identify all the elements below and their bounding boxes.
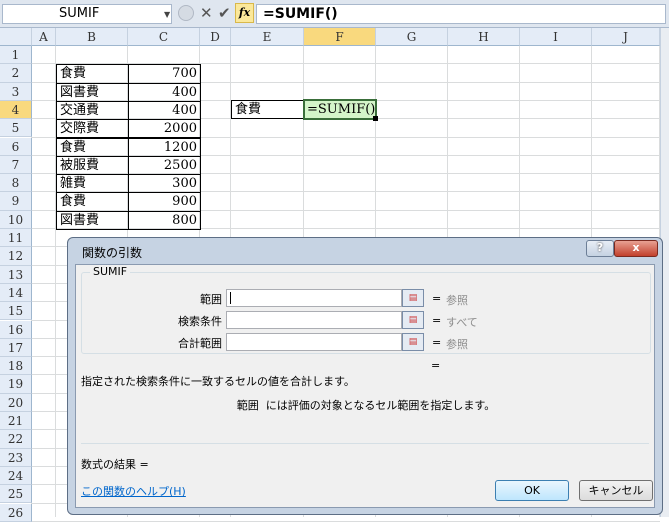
cell-amount[interactable]: 2000 xyxy=(128,119,201,139)
row-header-11[interactable]: 11 xyxy=(0,229,32,248)
formula-buttons: ✕ ✔ fx xyxy=(176,3,256,24)
column-header-g[interactable]: G xyxy=(376,28,448,46)
row-header-15[interactable]: 15 xyxy=(0,302,32,321)
separator xyxy=(81,443,649,444)
row-header-18[interactable]: 18 xyxy=(0,357,32,376)
name-box-dropdown-icon[interactable]: ▼ xyxy=(164,10,170,19)
row-header-9[interactable]: 9 xyxy=(0,192,32,211)
arg-label-criteria: 検索条件 xyxy=(178,315,222,328)
arg-label-range: 範囲 xyxy=(200,293,222,306)
help-link[interactable]: この関数のヘルプ(H) xyxy=(81,483,186,499)
arguments-group: SUMIF 範囲 ▤ = 参照 検索条件 ▤ = すべて 合計範囲 ▤ = 参照 xyxy=(81,265,651,354)
row-header-21[interactable]: 21 xyxy=(0,412,32,431)
collapse-dialog-icon[interactable]: ▤ xyxy=(402,333,424,351)
cell-item[interactable]: 食費 xyxy=(56,137,129,157)
row-header-19[interactable]: 19 xyxy=(0,375,32,394)
row-header-16[interactable]: 16 xyxy=(0,320,32,339)
arg-result-range: 参照 xyxy=(446,294,468,307)
column-header-e[interactable]: E xyxy=(231,28,304,46)
cell-amount[interactable]: 700 xyxy=(128,64,201,84)
cell-amount[interactable]: 1200 xyxy=(128,137,201,157)
row-header-26[interactable]: 26 xyxy=(0,503,32,522)
function-name: SUMIF xyxy=(90,265,131,278)
arg-input-criteria[interactable] xyxy=(226,311,402,329)
cell-e4[interactable]: 食費 xyxy=(231,100,304,119)
row-header-4[interactable]: 4 xyxy=(0,100,32,120)
row-header-1[interactable]: 1 xyxy=(0,46,32,65)
column-header-i[interactable]: I xyxy=(520,28,592,46)
column-header-b[interactable]: B xyxy=(56,28,128,46)
arg-input-range[interactable] xyxy=(226,289,402,307)
row-header-20[interactable]: 20 xyxy=(0,393,32,412)
column-header-a[interactable]: A xyxy=(32,28,56,46)
cell-amount[interactable]: 800 xyxy=(128,210,201,230)
collapse-dialog-icon[interactable]: ▤ xyxy=(402,311,424,329)
cell-item[interactable]: 雑費 xyxy=(56,174,129,194)
dialog-title: 関数の引数 xyxy=(82,246,143,260)
cell-item[interactable]: 交通費 xyxy=(56,100,129,121)
arg-input-sum-range[interactable] xyxy=(226,333,402,351)
row-header-8[interactable]: 8 xyxy=(0,174,32,193)
cell-item[interactable]: 食費 xyxy=(56,64,129,84)
row-header-10[interactable]: 10 xyxy=(0,210,32,229)
argument-description-text: には評価の対象となるセル範囲を指定します。 xyxy=(265,399,496,412)
equals-sign: = xyxy=(432,336,442,349)
cell-item[interactable]: 図書費 xyxy=(56,210,129,230)
collapse-dialog-icon[interactable]: ▤ xyxy=(402,289,424,307)
row-header-5[interactable]: 5 xyxy=(0,119,32,138)
enter-check-icon[interactable]: ✔ xyxy=(218,4,231,22)
name-box[interactable]: SUMIF xyxy=(2,4,172,24)
cell-item[interactable]: 図書費 xyxy=(56,82,129,102)
row-header-22[interactable]: 22 xyxy=(0,430,32,449)
cell-amount[interactable]: 400 xyxy=(128,82,201,102)
cancel-button[interactable]: キャンセル xyxy=(579,480,653,501)
function-arguments-dialog: 関数の引数 ? x SUMIF 範囲 ▤ = 参照 検索条件 ▤ = すべて 合… xyxy=(67,237,663,515)
select-all-corner[interactable] xyxy=(0,28,32,46)
equals-sign: = xyxy=(432,314,442,327)
column-header-c[interactable]: C xyxy=(128,28,200,46)
ok-button[interactable]: OK xyxy=(495,480,569,501)
cell-amount[interactable]: 300 xyxy=(128,174,201,194)
row-header-6[interactable]: 6 xyxy=(0,137,32,156)
cell-amount[interactable]: 400 xyxy=(128,100,201,121)
row-header-7[interactable]: 7 xyxy=(0,155,32,175)
formula-result: 数式の結果 = xyxy=(81,458,149,471)
cell-item[interactable]: 交際費 xyxy=(56,119,129,139)
fill-handle[interactable] xyxy=(373,116,378,121)
row-header-12[interactable]: 12 xyxy=(0,247,32,266)
column-header-h[interactable]: H xyxy=(448,28,520,46)
row-header-2[interactable]: 2 xyxy=(0,64,32,83)
row-header-17[interactable]: 17 xyxy=(0,338,32,358)
close-icon[interactable]: x xyxy=(614,240,658,257)
cell-item[interactable]: 被服費 xyxy=(56,155,129,176)
function-description: 指定された検索条件に一致するセルの値を合計します。 xyxy=(81,375,355,388)
row-header-25[interactable]: 25 xyxy=(0,485,32,504)
formula-bar: SUMIF ▼ ✕ ✔ fx =SUMIF() xyxy=(0,0,669,28)
column-header-f[interactable]: F xyxy=(304,28,376,46)
formula-input[interactable]: =SUMIF() xyxy=(256,4,666,24)
dialog-body: SUMIF 範囲 ▤ = 参照 検索条件 ▤ = すべて 合計範囲 ▤ = 参照… xyxy=(75,264,655,508)
argument-description: 範囲 には評価の対象となるセル範囲を指定します。 xyxy=(76,397,656,413)
column-header-j[interactable]: J xyxy=(592,28,660,46)
cell-item[interactable]: 食費 xyxy=(56,192,129,212)
cancel-icon[interactable]: ✕ xyxy=(200,4,213,22)
row-header-3[interactable]: 3 xyxy=(0,82,32,101)
function-result-equals: = xyxy=(431,359,441,372)
arg-label-sum-range: 合計範囲 xyxy=(178,337,222,350)
row-header-23[interactable]: 23 xyxy=(0,448,32,467)
arg-result-sum-range: 参照 xyxy=(446,338,468,351)
help-icon[interactable]: ? xyxy=(586,240,614,257)
cell-amount[interactable]: 2500 xyxy=(128,155,201,176)
cell-amount[interactable]: 900 xyxy=(128,192,201,212)
argument-description-name: 範囲 xyxy=(236,399,259,412)
row-header-14[interactable]: 14 xyxy=(0,283,32,303)
expand-handle-icon[interactable] xyxy=(178,5,194,21)
cell-f4-active[interactable]: =SUMIF() xyxy=(303,99,377,120)
row-header-24[interactable]: 24 xyxy=(0,466,32,486)
column-header-d[interactable]: D xyxy=(200,28,231,46)
row-header-13[interactable]: 13 xyxy=(0,265,32,284)
insert-function-icon[interactable]: fx xyxy=(235,3,254,23)
equals-sign: = xyxy=(432,292,442,305)
arg-result-criteria: すべて xyxy=(446,316,478,329)
